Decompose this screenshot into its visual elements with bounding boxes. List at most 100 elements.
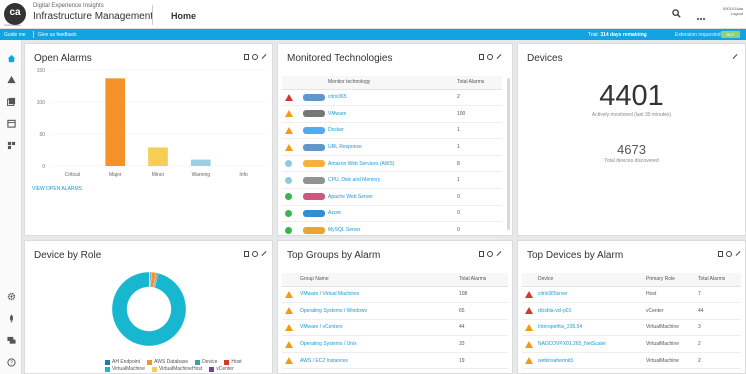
discovered-count[interactable]: 4673 [518, 142, 745, 157]
table-row[interactable]: Amazon Web Services (AWS) 8 [282, 155, 502, 173]
expand-icon[interactable] [496, 54, 501, 60]
table-row[interactable]: VMware / Virtual Machines 108 [282, 286, 508, 304]
rocket-icon[interactable] [6, 313, 16, 323]
bar-warning[interactable] [190, 159, 211, 166]
buy-button[interactable]: BUY [721, 31, 740, 38]
bar-major[interactable] [105, 78, 126, 166]
status-cell [522, 368, 538, 374]
user-menu[interactable]: 0001014aa Logout [719, 6, 743, 16]
device-link[interactable]: NADCOVPX01.265_NetScaler [538, 335, 643, 353]
table-row[interactable]: CPU, Disk and Memory 1 [282, 171, 502, 190]
expand-icon[interactable] [732, 54, 737, 60]
svg-text:?: ? [10, 360, 13, 366]
technology-link[interactable]: CPU, Disk and Memory [328, 171, 454, 190]
group-link[interactable]: AWS / EC2 Instances [300, 352, 456, 370]
device-link[interactable]: dcisbla-vcl-p01 [538, 302, 643, 320]
table-row[interactable]: Apache Web Server 0 [282, 188, 502, 206]
device-link[interactable]: Interopethis_235.54 [538, 319, 643, 337]
gear-icon[interactable] [252, 54, 258, 60]
technology-link[interactable]: Apache Web Server [328, 188, 454, 206]
warning-icon [285, 340, 293, 348]
guide-me-button[interactable]: Guide me [4, 32, 26, 38]
export-icon[interactable] [244, 251, 249, 257]
table-row[interactable]: Docker 1 [282, 122, 502, 140]
monitored-count[interactable]: 4401 [518, 80, 745, 113]
device-link[interactable]: a-IT-VVM.S_l_Citrix [538, 368, 643, 374]
devices-table-wrap: Device Primary Role Total Alarms citrix3… [522, 273, 741, 374]
legend-item[interactable]: AWS Database [147, 359, 188, 365]
legend-item[interactable]: Host [224, 359, 242, 365]
scrollbar[interactable] [507, 78, 510, 230]
export-icon[interactable] [244, 54, 249, 60]
settings-icon[interactable] [6, 291, 16, 301]
expand-icon[interactable] [496, 251, 501, 257]
legend-item[interactable]: Device [195, 359, 217, 365]
export-icon[interactable] [479, 54, 484, 60]
legend-item[interactable]: vCenter [209, 366, 234, 372]
device-link[interactable]: citrix365srver [538, 286, 643, 304]
group-link[interactable]: VMware / vCenters [300, 319, 456, 337]
gear-icon[interactable] [487, 251, 493, 257]
expand-icon[interactable] [735, 251, 740, 257]
help-icon[interactable]: ? [6, 357, 16, 367]
group-link[interactable]: VMware / Virtual Machines [300, 286, 456, 304]
table-row[interactable]: Operating Systems / Windows 65 [282, 302, 508, 320]
technology-link[interactable]: Azure [328, 205, 454, 223]
export-icon[interactable] [479, 251, 484, 257]
view-open-alarms-link[interactable]: VIEW OPEN ALARMS [32, 186, 82, 192]
table-row[interactable]: a-IT-VVM.S_l_CitrixVirtualMachine1 [522, 368, 741, 374]
technology-link[interactable]: citrix365 [328, 89, 454, 107]
legend-label: Device [202, 359, 218, 365]
dashboard-icon[interactable] [6, 140, 16, 150]
home-icon[interactable] [6, 53, 16, 63]
chat-icon[interactable] [6, 335, 16, 345]
table-row[interactable]: dcisbla-vcl-p01 vCenter 44 [522, 302, 741, 320]
group-link[interactable]: Operating Systems / Unix [300, 335, 456, 353]
expand-icon[interactable] [261, 251, 266, 257]
calendar-icon[interactable] [6, 118, 16, 128]
gear-icon[interactable] [726, 251, 732, 257]
table-row[interactable]: webinsahermit3 VirtualMachine 2 [522, 352, 741, 370]
legend-item[interactable]: VirtualMachine [105, 366, 145, 372]
ca-logo[interactable]: ca [4, 3, 26, 25]
technology-link[interactable]: Docker [328, 122, 454, 140]
table-row[interactable]: VMware 100 [282, 105, 502, 123]
technology-link[interactable]: URL Response [328, 138, 454, 156]
logout-link[interactable]: Logout [719, 11, 743, 16]
slice-virtualmachine[interactable] [111, 271, 187, 347]
table-row[interactable]: citrix365srver Host 7 [522, 286, 741, 304]
legend-swatch [105, 366, 110, 372]
device-link[interactable]: webinsahermit3 [538, 352, 643, 370]
logo-cell [300, 122, 328, 140]
primary-role: Host [643, 286, 695, 304]
top-devices-card: Top Devices by Alarm Device Primary Role… [517, 240, 746, 374]
export-icon[interactable] [718, 251, 723, 257]
legend-row: AH Endpoint AWS Database Device Host [105, 359, 242, 365]
legend-item[interactable]: VirtualMachineHost [151, 366, 202, 372]
table-row[interactable]: Interopethis_235.54 VirtualMachine 3 [522, 319, 741, 337]
table-row[interactable]: Azure 0 [282, 205, 502, 223]
pages-icon[interactable] [6, 96, 16, 106]
technology-link[interactable]: VMware [328, 105, 454, 123]
gear-icon[interactable] [252, 251, 258, 257]
search-icon[interactable] [672, 9, 681, 20]
table-row[interactable]: VMware / vCenters 44 [282, 319, 508, 337]
legend-item[interactable]: AH Endpoint [105, 359, 140, 365]
table-row[interactable]: MySQL Server 0 [282, 221, 502, 239]
table-row[interactable]: VMware / Hosts10 [282, 368, 508, 374]
bar-minor[interactable] [148, 147, 168, 166]
group-link[interactable]: Operating Systems / Windows [300, 302, 456, 320]
technology-link[interactable]: Amazon Web Services (AWS) [328, 155, 454, 173]
technology-link[interactable]: MySQL Server [328, 221, 454, 239]
table-row[interactable]: AWS / EC2 Instances 19 [282, 352, 508, 370]
alert-icon[interactable] [6, 74, 16, 84]
gear-icon[interactable] [487, 54, 493, 60]
status-cell [282, 319, 300, 337]
table-row[interactable]: citrix365 2 [282, 89, 502, 107]
table-row[interactable]: URL Response 1 [282, 138, 502, 156]
table-row[interactable]: Operating Systems / Unix 33 [282, 335, 508, 353]
feedback-link[interactable]: Give us feedback [38, 32, 77, 38]
expand-icon[interactable] [261, 54, 266, 60]
group-link[interactable]: VMware / Hosts [300, 368, 456, 374]
table-row[interactable]: NADCOVPX01.265_NetScaler VirtualMachine 2 [522, 335, 741, 353]
